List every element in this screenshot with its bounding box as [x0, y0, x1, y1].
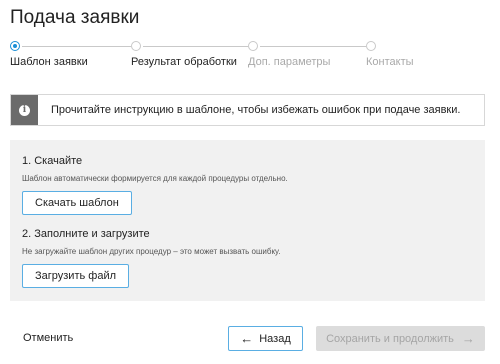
back-button-label: Назад: [259, 332, 291, 345]
notice-text: Прочитайте инструкцию в шаблоне, чтобы и…: [51, 104, 461, 116]
step-label-params: Доп. параметры: [248, 56, 331, 68]
step-dot-result[interactable]: [131, 41, 141, 51]
download-section-title: 1. Скачайте: [22, 155, 83, 167]
download-template-button[interactable]: Скачать шаблон: [22, 191, 132, 215]
cancel-link[interactable]: Отменить: [23, 332, 73, 344]
step-connector: [143, 46, 248, 47]
download-section-hint: Шаблон автоматически формируется для каж…: [22, 174, 288, 183]
step-dot-contacts: [366, 41, 376, 51]
upload-panel: 1. Скачайте Шаблон автоматически формиру…: [10, 140, 485, 301]
stepper: Шаблон заявки Результат обработки Доп. п…: [10, 40, 450, 72]
save-continue-label: Сохранить и продолжить: [326, 332, 454, 345]
step-connector: [260, 46, 366, 47]
step-dot-params: [248, 41, 258, 51]
step-label-result[interactable]: Результат обработки: [131, 56, 237, 68]
page-title: Подача заявки: [10, 7, 140, 28]
arrow-left-icon: ←: [240, 331, 254, 346]
upload-file-button[interactable]: Загрузить файл: [22, 264, 130, 288]
upload-section-title: 2. Заполните и загрузите: [22, 228, 150, 240]
notice-icon-box: i: [11, 95, 38, 125]
back-button[interactable]: ← Назад: [228, 326, 303, 351]
info-notice: i Прочитайте инструкцию в шаблоне, чтобы…: [10, 94, 485, 126]
step-label-template[interactable]: Шаблон заявки: [10, 56, 88, 68]
step-connector: [22, 46, 131, 47]
step-label-contacts: Контакты: [366, 56, 414, 68]
upload-section-hint: Не загружайте шаблон других процедур – э…: [22, 247, 281, 256]
save-continue-button[interactable]: Сохранить и продолжить →: [316, 326, 485, 351]
step-dot-template[interactable]: [10, 41, 20, 51]
info-icon: i: [19, 104, 30, 116]
arrow-right-icon: →: [461, 331, 475, 346]
